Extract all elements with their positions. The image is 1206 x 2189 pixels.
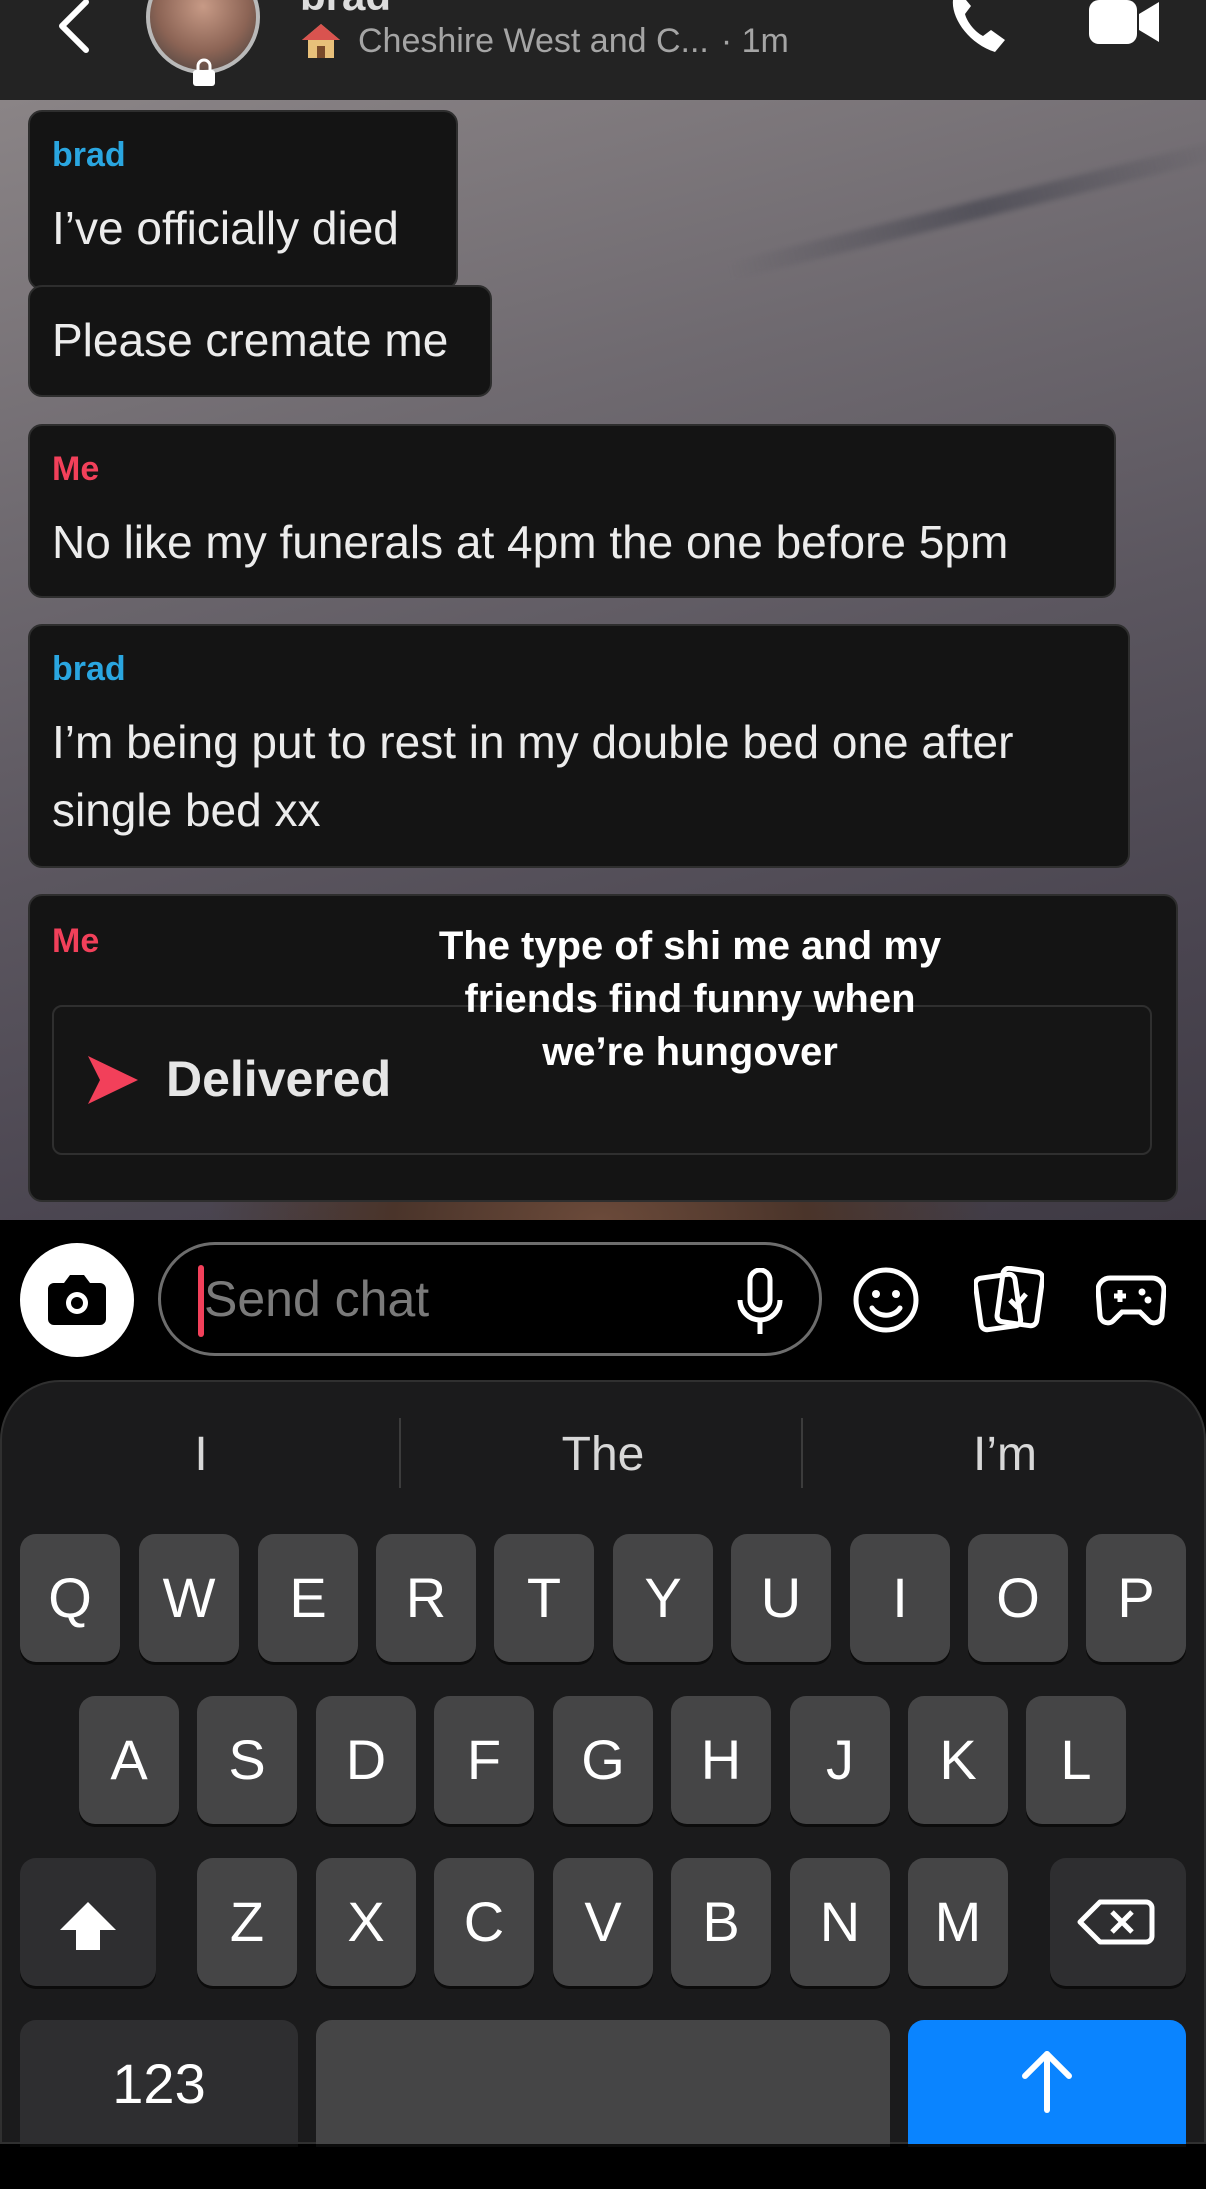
key-e[interactable]: E bbox=[258, 1534, 358, 1662]
key-u[interactable]: U bbox=[731, 1534, 831, 1662]
location-text: Cheshire West and C... bbox=[358, 21, 709, 60]
key-c[interactable]: C bbox=[434, 1858, 534, 1986]
sender-name: brad bbox=[52, 136, 126, 174]
caption-line: friends find funny when bbox=[464, 977, 916, 1021]
send-key[interactable] bbox=[908, 2020, 1186, 2144]
key-f[interactable]: F bbox=[434, 1696, 534, 1824]
delete-icon bbox=[1077, 1899, 1155, 1945]
camera-button[interactable] bbox=[20, 1243, 134, 1357]
message-text: No like my funerals at 4pm the one befor… bbox=[52, 516, 1009, 568]
message-text: Please cremate me bbox=[52, 314, 449, 366]
message-text: I’m being put to rest in my double bed o… bbox=[52, 716, 1014, 768]
message-text: I’ve officially died bbox=[52, 202, 399, 254]
key-v[interactable]: V bbox=[553, 1858, 653, 1986]
last-active-time: · 1m bbox=[720, 21, 789, 60]
shift-key[interactable] bbox=[20, 1858, 156, 1986]
key-b[interactable]: B bbox=[671, 1858, 771, 1986]
mic-icon[interactable] bbox=[732, 1268, 788, 1336]
delete-key[interactable] bbox=[1050, 1858, 1186, 1986]
home-icon bbox=[302, 24, 340, 58]
key-m[interactable]: M bbox=[908, 1858, 1008, 1986]
suggestion-3[interactable]: I’m bbox=[804, 1420, 1206, 1490]
overlay-caption: The type of shi me and my friends find f… bbox=[370, 920, 1010, 1079]
sender-name: brad bbox=[52, 650, 126, 688]
contact-location: Cheshire West and C... · 1m bbox=[300, 20, 789, 62]
key-y[interactable]: Y bbox=[613, 1534, 713, 1662]
key-i[interactable]: I bbox=[850, 1534, 950, 1662]
message-text: single bed xx bbox=[52, 784, 321, 836]
sender-name: Me bbox=[52, 450, 100, 488]
phone-icon[interactable] bbox=[945, 0, 1015, 54]
key-l[interactable]: L bbox=[1026, 1696, 1126, 1824]
key-p[interactable]: P bbox=[1086, 1534, 1186, 1662]
delivered-status: Delivered bbox=[166, 1051, 392, 1107]
key-a[interactable]: A bbox=[79, 1696, 179, 1824]
caption-line: we’re hungover bbox=[542, 1030, 838, 1074]
suggestion-divider bbox=[399, 1418, 401, 1488]
space-key[interactable] bbox=[316, 2020, 890, 2144]
chat-input-placeholder: Send chat bbox=[204, 1271, 430, 1327]
caption-line: The type of shi me and my bbox=[438, 924, 942, 968]
key-d[interactable]: D bbox=[316, 1696, 416, 1824]
game-controller-icon[interactable] bbox=[1096, 1270, 1166, 1330]
key-n[interactable]: N bbox=[790, 1858, 890, 1986]
numbers-key[interactable]: 123 bbox=[20, 2020, 298, 2144]
back-icon[interactable] bbox=[50, 0, 100, 60]
send-arrow-icon bbox=[1022, 2051, 1072, 2113]
emoji-icon[interactable] bbox=[852, 1266, 920, 1334]
camera-icon bbox=[48, 1275, 106, 1325]
key-q[interactable]: Q bbox=[20, 1534, 120, 1662]
suggestion-divider bbox=[801, 1418, 803, 1488]
sender-name: Me bbox=[52, 922, 100, 960]
lock-icon bbox=[193, 58, 215, 86]
video-icon[interactable] bbox=[1085, 0, 1161, 48]
suggestion-2[interactable]: The bbox=[402, 1420, 804, 1490]
key-o[interactable]: O bbox=[968, 1534, 1068, 1662]
key-t[interactable]: T bbox=[494, 1534, 594, 1662]
sticker-icon[interactable] bbox=[974, 1266, 1044, 1334]
key-z[interactable]: Z bbox=[197, 1858, 297, 1986]
key-x[interactable]: X bbox=[316, 1858, 416, 1986]
send-arrow-icon bbox=[88, 1056, 138, 1104]
key-s[interactable]: S bbox=[197, 1696, 297, 1824]
key-h[interactable]: H bbox=[671, 1696, 771, 1824]
key-g[interactable]: G bbox=[553, 1696, 653, 1824]
key-j[interactable]: J bbox=[790, 1696, 890, 1824]
suggestion-1[interactable]: I bbox=[0, 1420, 402, 1490]
key-k[interactable]: K bbox=[908, 1696, 1008, 1824]
key-r[interactable]: R bbox=[376, 1534, 476, 1662]
key-w[interactable]: W bbox=[139, 1534, 239, 1662]
shift-icon bbox=[60, 1902, 116, 1950]
contact-name[interactable]: brad bbox=[300, 0, 391, 20]
